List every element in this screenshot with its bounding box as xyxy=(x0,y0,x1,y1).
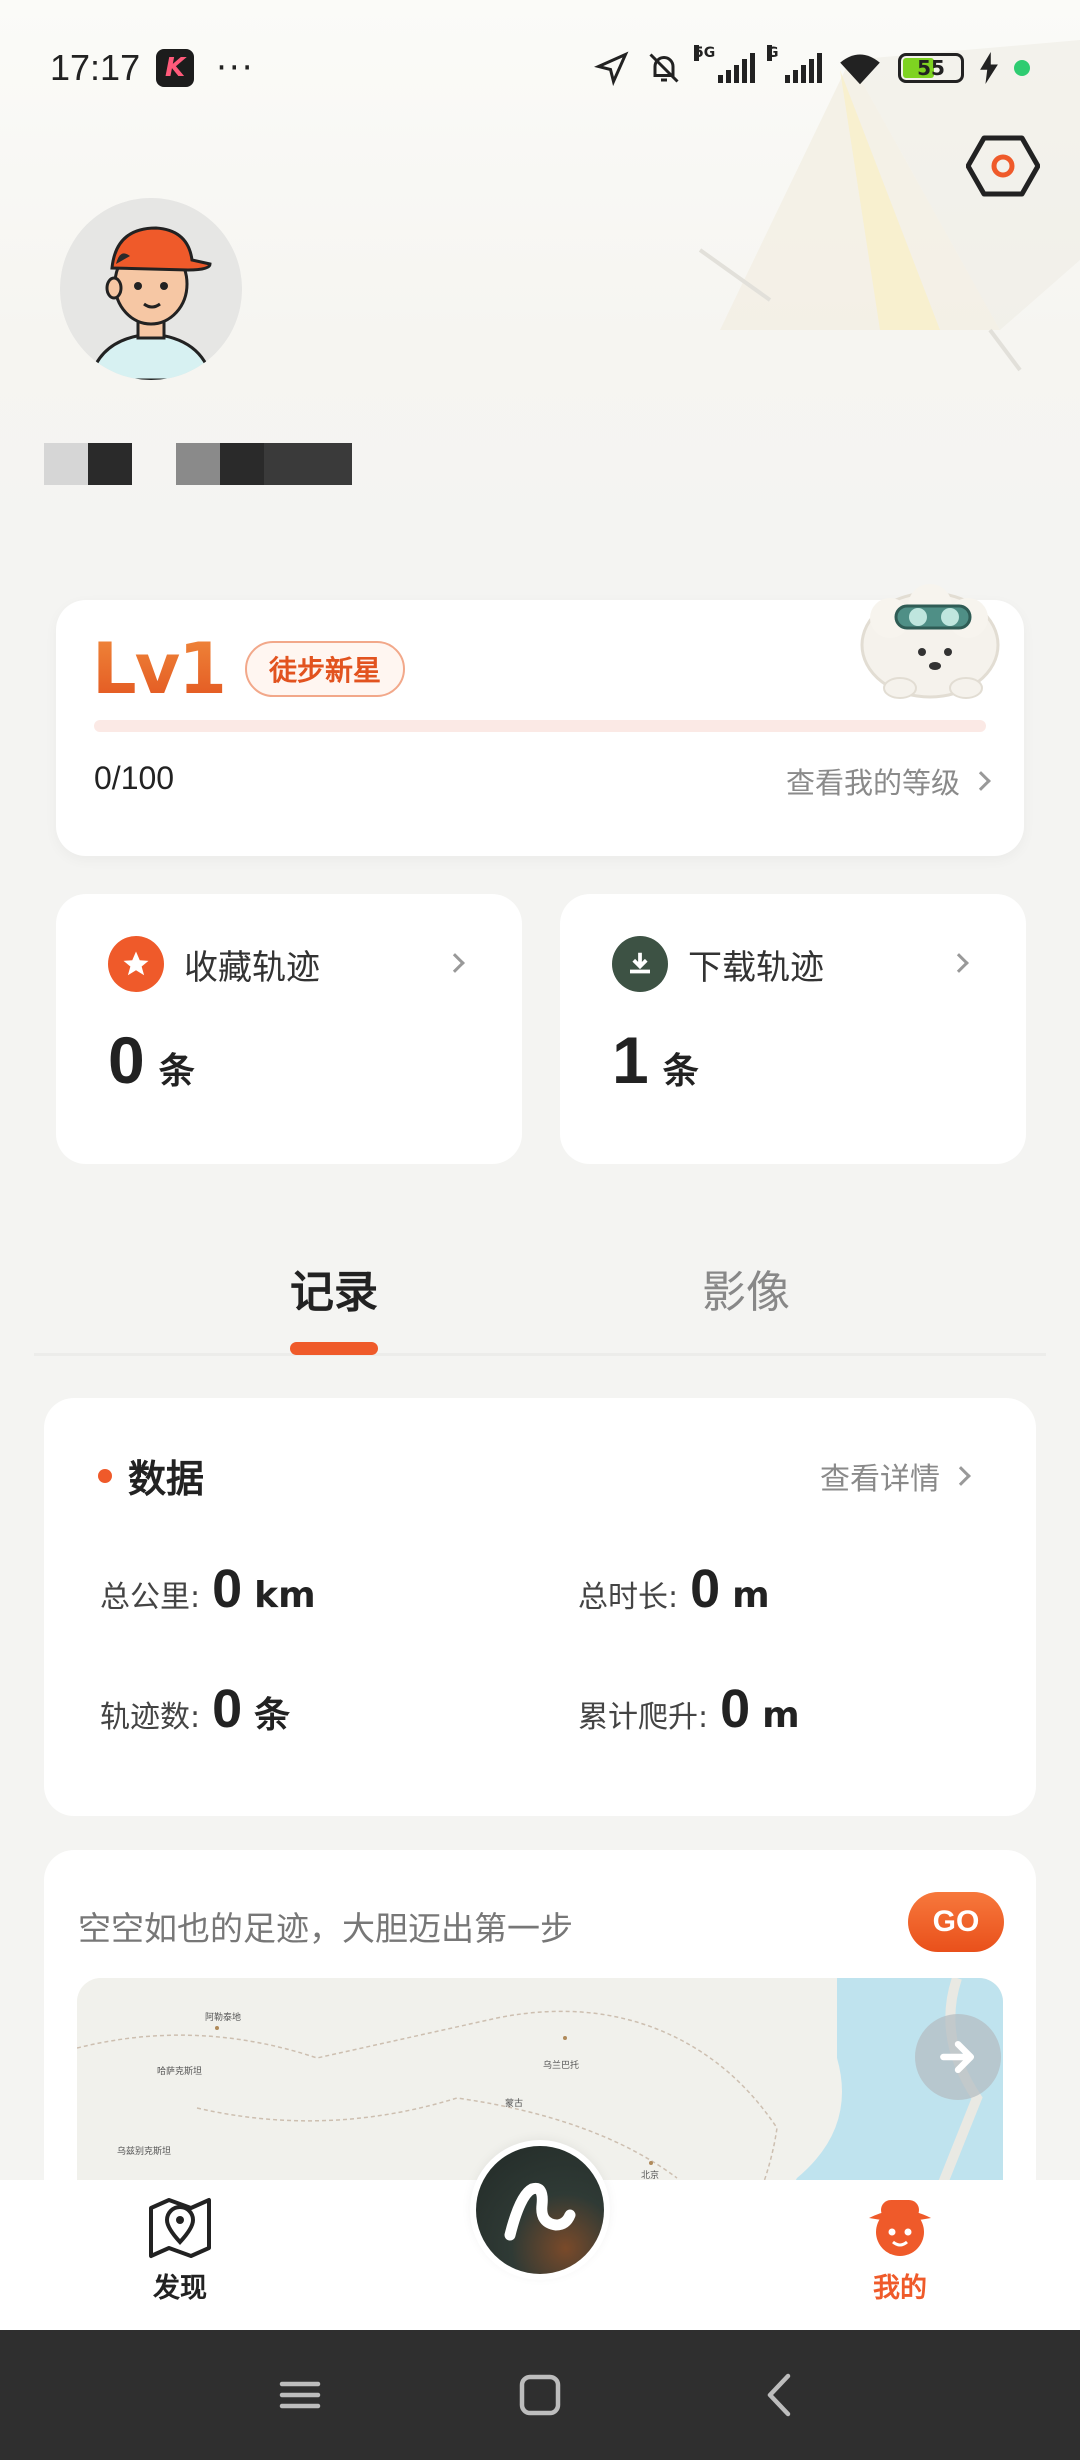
profile-hat-icon xyxy=(869,2200,931,2256)
downloaded-tracks-unit: 条 xyxy=(662,1051,699,1092)
star-icon xyxy=(108,936,164,992)
metric-value: 0 xyxy=(720,1679,751,1739)
bullet-dot xyxy=(98,1468,112,1483)
metric-value: 0 xyxy=(690,1559,721,1619)
sheep-mascot-icon xyxy=(860,584,1000,699)
level-progress-bar xyxy=(94,720,986,732)
charging-icon xyxy=(980,51,998,84)
downloaded-tracks-label: 下载轨迹 xyxy=(688,947,824,988)
metric-track-count: 轨迹数: 0 条 xyxy=(100,1678,290,1740)
metric-total-duration: 总时长: 0 m xyxy=(578,1558,770,1620)
privacy-dot-icon xyxy=(1014,59,1030,76)
signal-5g-label: 5G xyxy=(694,44,716,61)
go-button[interactable]: GO xyxy=(908,1892,1004,1952)
metric-label: 轨迹数: xyxy=(100,1700,201,1735)
downloaded-tracks-count: 1 xyxy=(612,1023,649,1097)
chevron-right-icon xyxy=(949,953,969,973)
signal-g-label: G xyxy=(767,44,779,61)
view-level-label: 查看我的等级 xyxy=(785,766,960,800)
system-nav-bar xyxy=(0,2330,1080,2460)
home-icon[interactable] xyxy=(510,2370,570,2420)
status-time: 17:17 xyxy=(50,46,141,88)
favorite-tracks-unit: 条 xyxy=(158,1051,195,1092)
nav-mine-label: 我的 xyxy=(873,2273,927,2304)
back-icon[interactable] xyxy=(750,2370,810,2420)
mute-bell-icon xyxy=(649,52,679,83)
view-details-label: 查看详情 xyxy=(820,1462,940,1497)
map-arrow-button[interactable] xyxy=(915,2014,1001,2100)
metric-unit: km xyxy=(254,1575,316,1616)
metric-unit: m xyxy=(732,1575,770,1616)
profile-page: 17:17 K ··· 5G G 55 Lv1 徒步新星 0/100 查看我的等… xyxy=(0,0,1080,2460)
signal-5g-icon: 5G xyxy=(694,44,755,83)
view-level-link[interactable]: 查看我的等级 xyxy=(785,760,991,802)
cartoon-avatar-icon xyxy=(60,198,242,380)
record-button-core xyxy=(476,2146,604,2274)
metric-total-distance: 总公里: 0 km xyxy=(100,1558,316,1620)
battery-level: 55 xyxy=(917,55,945,80)
empty-footprint-prompt: 空空如也的足迹，大胆迈出第一步 xyxy=(78,1909,573,1948)
username-blur-2 xyxy=(176,443,352,485)
avatar[interactable] xyxy=(60,198,242,380)
favorite-tracks-card[interactable]: 收藏轨迹 0 条 xyxy=(56,894,522,1164)
metric-label: 总公里: xyxy=(100,1580,201,1615)
hiker-logo-icon xyxy=(504,2182,576,2241)
tab-images[interactable]: 影像 xyxy=(702,1256,790,1320)
level-title-badge: 徒步新星 xyxy=(244,641,405,697)
arrow-right-icon xyxy=(940,2040,975,2074)
nav-mine[interactable]: 我的 xyxy=(840,2194,960,2305)
username-redacted xyxy=(44,443,352,485)
downloaded-tracks-card[interactable]: 下载轨迹 1 条 xyxy=(560,894,1026,1164)
location-icon xyxy=(594,51,629,86)
map-label: 哈萨克斯坦 xyxy=(157,2067,203,2077)
metric-label: 总时长: xyxy=(578,1580,679,1615)
signal-g-icon: G xyxy=(767,44,822,83)
status-bar: 17:17 K ··· 5G G 55 xyxy=(0,0,1080,135)
metric-total-climb: 累计爬升: 0 m xyxy=(578,1678,800,1740)
map-label: 乌兰巴托 xyxy=(543,2061,580,2071)
metric-value: 0 xyxy=(212,1559,243,1619)
username-blur-1 xyxy=(44,443,132,485)
nav-discover[interactable]: 发现 xyxy=(120,2194,240,2305)
metric-unit: 条 xyxy=(254,1695,291,1736)
map-label: 阿勒泰地 xyxy=(205,2013,242,2023)
map-label: 蒙古 xyxy=(505,2099,524,2109)
settings-icon[interactable] xyxy=(966,134,1040,198)
data-card: 数据 查看详情 总公里: 0 km 总时长: 0 m 轨迹数: 0 条 累计爬升… xyxy=(44,1398,1036,1816)
chevron-right-icon xyxy=(445,953,465,973)
map-label: 乌兹别克斯坦 xyxy=(117,2147,172,2157)
metric-label: 累计爬升: xyxy=(578,1700,709,1735)
nav-discover-label: 发现 xyxy=(153,2273,207,2304)
app-notification-icon: K xyxy=(156,48,195,87)
level-score: 0/100 xyxy=(94,760,175,796)
level-label: Lv1 xyxy=(92,628,227,710)
chevron-right-icon xyxy=(971,771,991,791)
metric-unit: m xyxy=(762,1695,800,1736)
view-details-link[interactable]: 查看详情 xyxy=(820,1454,971,1498)
map-pin-icon xyxy=(149,2198,211,2258)
download-icon xyxy=(612,936,668,992)
menu-icon[interactable] xyxy=(270,2370,330,2420)
tab-records[interactable]: 记录 xyxy=(290,1256,378,1320)
battery-icon: 55 xyxy=(898,52,964,83)
active-tab-indicator xyxy=(290,1342,378,1355)
favorite-tracks-count: 0 xyxy=(108,1023,145,1097)
favorite-tracks-label: 收藏轨迹 xyxy=(184,947,320,988)
metric-value: 0 xyxy=(212,1679,243,1739)
start-record-button[interactable] xyxy=(470,2140,610,2280)
data-title: 数据 xyxy=(128,1457,205,1501)
wifi-icon xyxy=(840,54,880,84)
more-notifications-icon: ··· xyxy=(216,47,255,88)
chevron-right-icon xyxy=(951,1466,971,1486)
record-tabs: 记录 影像 xyxy=(34,1240,1046,1356)
